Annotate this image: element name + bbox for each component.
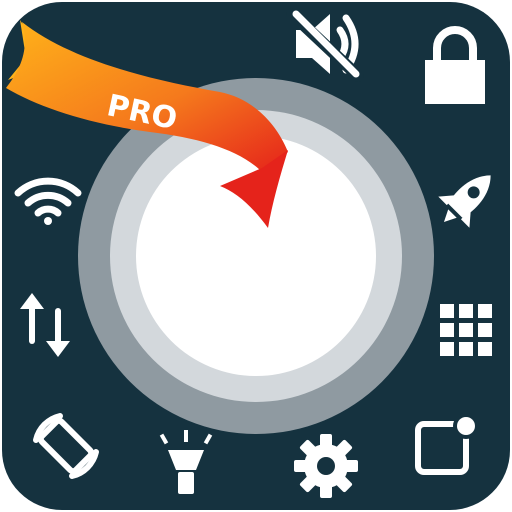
gear-icon: [294, 434, 358, 498]
quick-settings-panel: PRO: [2, 2, 510, 510]
settings-toggle[interactable]: [294, 434, 358, 498]
app-icon-tile: PRO: [0, 0, 512, 512]
app-grid-toggle[interactable]: [440, 304, 492, 356]
grid-icon: [440, 304, 492, 356]
